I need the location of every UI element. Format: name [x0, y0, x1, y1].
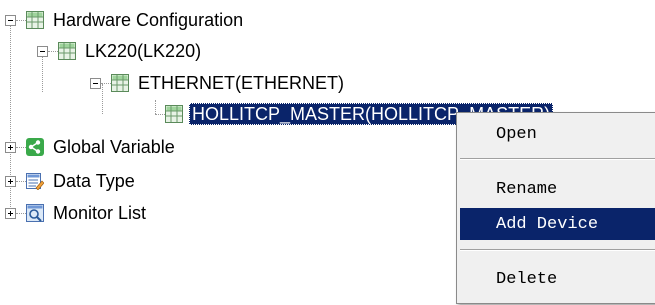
expand-toggle[interactable] [5, 207, 16, 219]
collapse-toggle[interactable] [5, 14, 16, 26]
collapse-toggle[interactable] [90, 77, 101, 89]
expand-toggle[interactable] [5, 175, 16, 187]
collapse-toggle[interactable] [37, 45, 48, 57]
tree-item-label: ETHERNET(ETHERNET) [138, 73, 344, 93]
tree-item-data-type[interactable]: Data Type [5, 168, 138, 194]
tree-item-label: Hardware Configuration [53, 10, 244, 30]
expand-toggle[interactable] [5, 141, 16, 153]
tree-item-label: Monitor List [53, 203, 147, 223]
grid-module-icon [26, 11, 44, 29]
menu-item-label: Rename [496, 179, 558, 199]
grid-module-icon [111, 74, 129, 92]
tree-item-ethernet[interactable]: ETHERNET(ETHERNET) [90, 70, 347, 96]
data-type-icon [26, 173, 44, 190]
grid-module-icon [58, 42, 76, 60]
tree-item-global-variable[interactable]: Global Variable [5, 134, 178, 160]
menu-item-delete[interactable]: Delete [460, 265, 655, 293]
menu-item-label: Open [496, 124, 537, 144]
monitor-icon [26, 204, 44, 222]
tree-item-lk220[interactable]: LK220(LK220) [37, 38, 204, 64]
share-icon [26, 138, 44, 156]
menu-item-label: Add Device [496, 214, 599, 234]
menu-item-open[interactable]: Open [460, 120, 655, 148]
context-menu: Open Rename Add Device Delete [456, 112, 655, 304]
tree-item-label: Data Type [53, 171, 135, 191]
grid-module-icon [165, 105, 183, 123]
menu-separator [460, 249, 655, 251]
menu-separator [460, 158, 655, 160]
tree-item-hardware-configuration[interactable]: Hardware Configuration [5, 7, 246, 33]
tree-item-monitor-list[interactable]: Monitor List [5, 200, 149, 226]
menu-item-add-device[interactable]: Add Device [460, 208, 655, 240]
tree-item-label: LK220(LK220) [85, 41, 202, 61]
menu-item-rename[interactable]: Rename [460, 175, 655, 203]
tree-item-label: Global Variable [53, 137, 175, 157]
menu-item-label: Delete [496, 269, 558, 289]
